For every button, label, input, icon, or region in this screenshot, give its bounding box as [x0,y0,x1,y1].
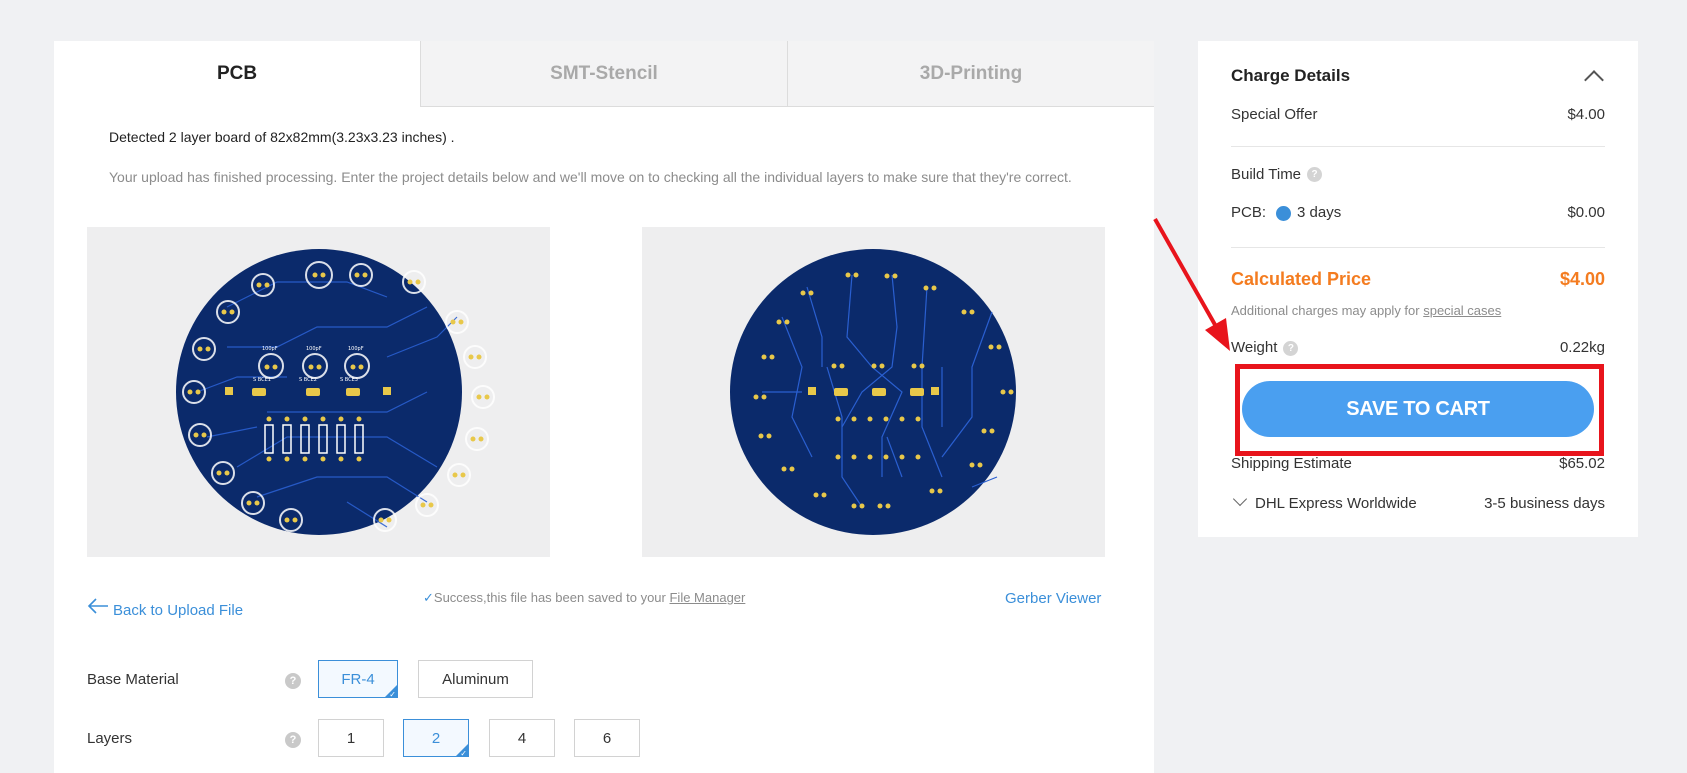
divider [1231,146,1605,147]
divider [1231,247,1605,248]
additional-charges-note: Additional charges may apply for special… [1231,303,1501,318]
pcb-label: PCB: [1231,204,1267,221]
silk-label: S BCE3 [340,377,358,383]
special-cases-link[interactable]: special cases [1423,303,1501,318]
shipping-estimate-label: Shipping Estimate [1231,455,1352,472]
pcb-build-value: $0.00 [1567,204,1605,221]
success-text: Success,this file has been saved to your [433,590,670,605]
help-icon[interactable]: ? [285,732,301,748]
save-success-message: ✓Success,this file has been saved to you… [423,590,745,606]
option-layers-1[interactable]: 1 [318,719,384,757]
carrier-row[interactable]: DHL Express Worldwide 3-5 business days [1231,491,1605,512]
tab-smt-stencil[interactable]: SMT-Stencil [420,41,787,107]
carrier-name: DHL Express Worldwide [1255,495,1417,512]
special-offer-label: Special Offer [1231,106,1318,123]
pcb-build-row: PCB: 3 days $0.00 [1231,204,1605,221]
checkmark-icon: ✓ [423,590,434,605]
carrier-time: 3-5 business days [1484,494,1605,512]
file-manager-link[interactable]: File Manager [669,590,745,605]
charge-details-header[interactable]: Charge Details [1231,65,1605,90]
pcb-top-preview: 100pF 100pF 100pF S BCE1 S BCE2 S BCE3 [87,227,550,557]
highlight-box [1235,364,1604,456]
silk-label: 100pF [262,346,278,352]
chevron-down-icon[interactable] [1232,491,1248,507]
charge-details-title: Charge Details [1231,66,1351,85]
base-material-label: Base Material [87,671,179,688]
help-icon[interactable]: ? [1283,340,1299,356]
chevron-up-icon[interactable] [1584,70,1604,90]
option-aluminum[interactable]: Aluminum [418,660,533,698]
build-time-row: Build Time ? [1231,166,1605,183]
special-offer-row: Special Offer $4.00 [1231,106,1605,123]
silk-label: 100pF [348,346,364,352]
detected-board-text: Detected 2 layer board of 82x82mm(3.23x3… [109,129,455,145]
option-layers-6[interactable]: 6 [574,719,640,757]
tab-pcb[interactable]: PCB [54,41,420,107]
build-time-label: Build Time [1231,166,1302,183]
option-fr4[interactable]: FR-4 [318,660,398,699]
weight-value: 0.22kg [1559,339,1605,356]
option-layers-2[interactable]: 2 [403,719,469,758]
additional-charges-text: Additional charges may apply for [1231,303,1424,318]
pcb-order-panel: PCB SMT-Stencil 3D-Printing Detected 2 l… [54,41,1154,773]
gerber-viewer-link[interactable]: Gerber Viewer [1005,590,1101,607]
help-icon[interactable]: ? [1307,167,1323,182]
back-to-upload-link[interactable]: Back to Upload File [87,592,243,619]
weight-label: Weight [1231,339,1278,356]
silk-label: 100pF [306,346,322,352]
arrow-left-icon [87,597,108,614]
silk-label: S BCE1 [253,377,271,383]
radio-selected-icon[interactable] [1276,205,1292,221]
weight-row: Weight? 0.22kg [1231,339,1605,356]
shipping-estimate-row: Shipping Estimate $65.02 [1231,455,1605,472]
product-tabs: PCB SMT-Stencil 3D-Printing [54,41,1154,107]
silk-label: S BCE2 [299,377,317,383]
calculated-price-label: Calculated Price [1231,269,1372,289]
shipping-estimate-value: $65.02 [1559,455,1605,472]
help-icon[interactable]: ? [285,673,301,689]
option-layers-4[interactable]: 4 [489,719,555,757]
special-offer-value: $4.00 [1567,106,1605,123]
calculated-price-row: Calculated Price $4.00 [1231,269,1605,290]
back-link-label: Back to Upload File [113,602,244,619]
layers-label: Layers [87,730,133,747]
pcb-build-option[interactable]: 3 days [1297,204,1341,221]
tab-3d-printing[interactable]: 3D-Printing [787,41,1154,107]
pcb-bottom-preview [642,227,1105,557]
charge-details-panel: Charge Details Special Offer $4.00 Build… [1198,41,1638,537]
upload-status-message: Your upload has finished processing. Ent… [109,169,1072,185]
calculated-price-value: $4.00 [1559,269,1605,289]
